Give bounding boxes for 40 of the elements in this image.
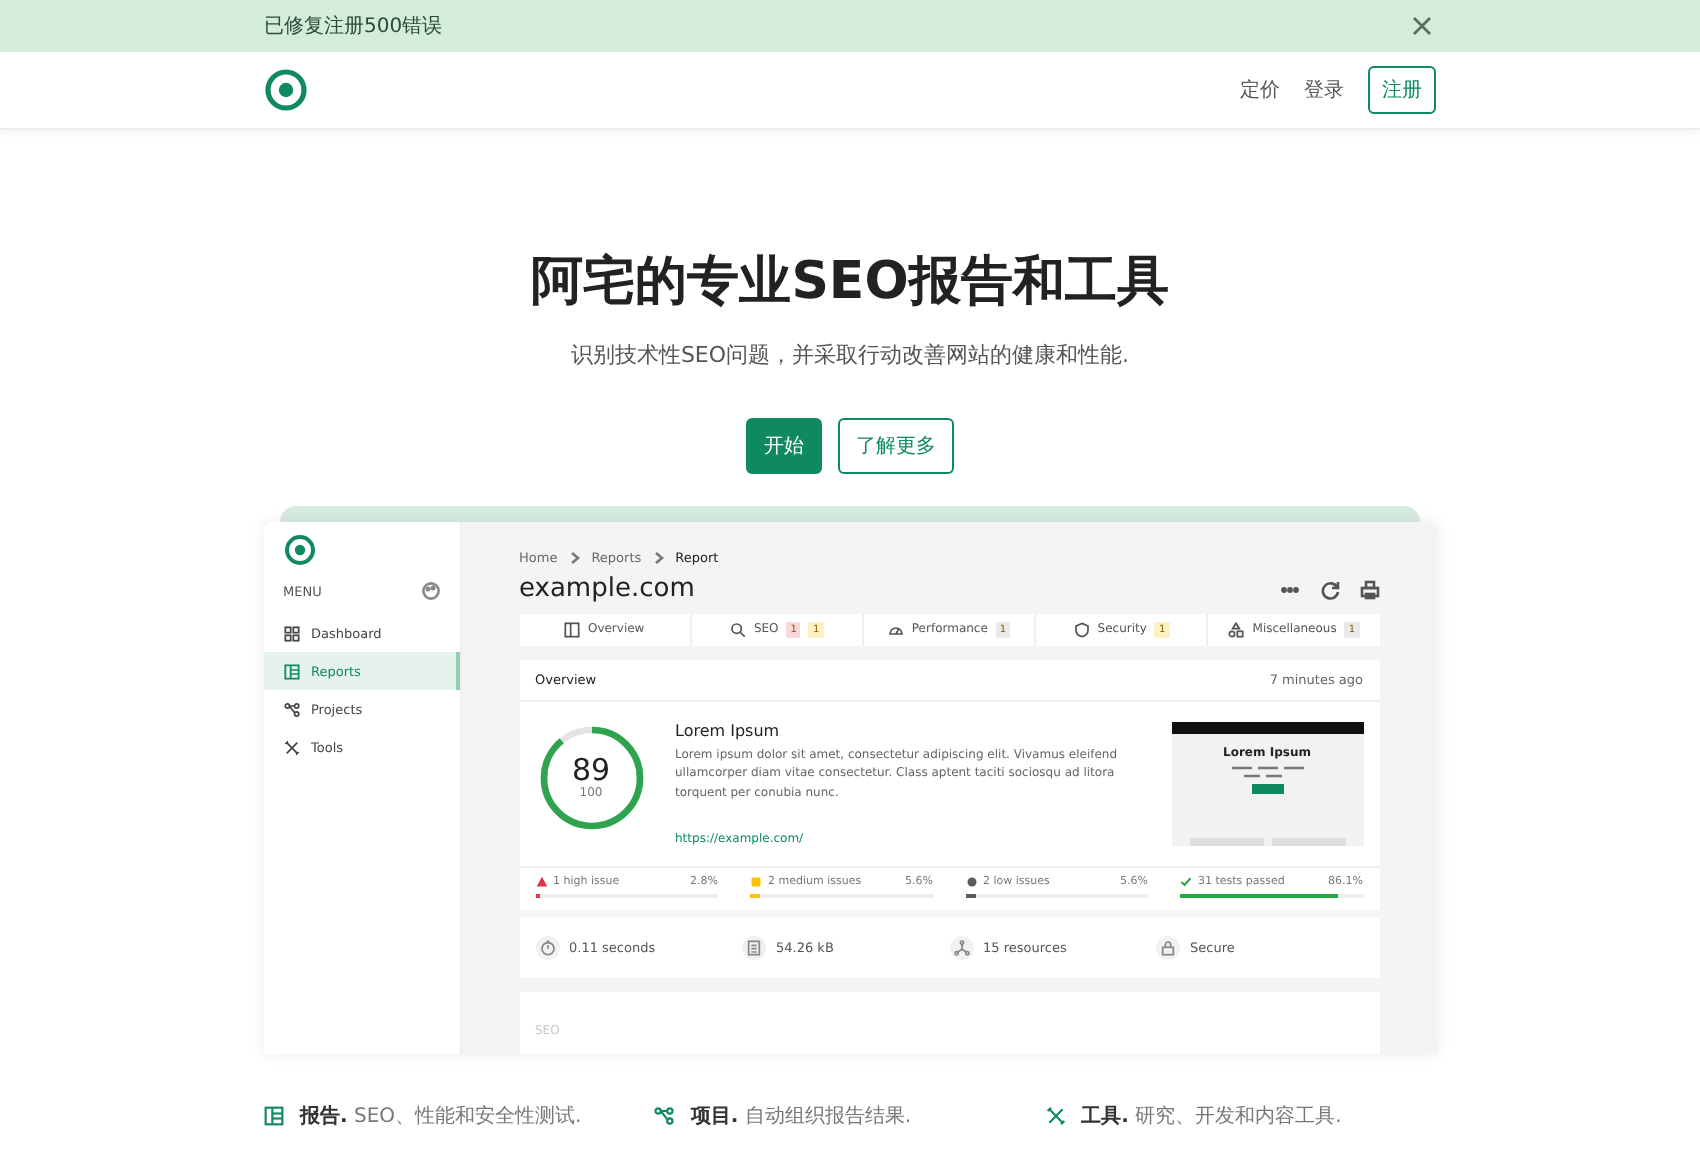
grid-icon xyxy=(283,625,299,641)
feature-description: 工具. 研究、开发和内容工具. xyxy=(1081,1103,1342,1130)
table-icon xyxy=(283,663,299,679)
page-title: example.com xyxy=(519,574,695,604)
stopwatch-icon xyxy=(539,940,555,956)
chevron-icon xyxy=(653,552,664,564)
learn-more-button[interactable]: 了解更多 xyxy=(838,418,954,474)
tools-icon xyxy=(283,739,299,755)
feature-description: 报告. SEO、性能和安全性测试. xyxy=(300,1103,582,1130)
logo-icon xyxy=(283,534,315,566)
close-button[interactable] xyxy=(1408,12,1436,40)
text-lines-drawing xyxy=(1227,763,1307,779)
printer-icon xyxy=(1359,579,1379,599)
shapes-icon xyxy=(1228,621,1245,638)
hero-title: 阿宅的专业SEO报告和工具 xyxy=(529,250,1171,316)
chevron-icon xyxy=(569,552,580,564)
nodes-icon xyxy=(654,1106,675,1126)
hero-subtitle: 识别技术性SEO问题，并采取行动改善网站的健康和性能. xyxy=(568,340,1132,370)
padlock-icon xyxy=(1160,940,1176,956)
site-title: Lorem Ipsum xyxy=(675,721,782,739)
feature-description: 项目. 自动组织报告结果. xyxy=(690,1103,911,1130)
start-button[interactable]: 开始 xyxy=(746,418,822,474)
nodes-icon xyxy=(283,701,299,717)
palette-icon xyxy=(421,582,439,600)
refresh-icon xyxy=(1319,579,1339,599)
nav-link[interactable]: 登录 xyxy=(1304,76,1344,104)
signup-button[interactable]: 注册 xyxy=(1368,66,1436,114)
score-value: 89 xyxy=(571,753,611,787)
search-icon xyxy=(729,621,746,638)
logo-icon xyxy=(264,68,308,112)
branch-icon xyxy=(953,940,969,956)
table-icon xyxy=(264,1106,284,1126)
close-icon xyxy=(1412,16,1432,36)
notice-text: 已修复注册500错误 xyxy=(264,13,443,40)
file-icon xyxy=(746,940,762,956)
shield-icon xyxy=(1073,621,1090,638)
panel-icon xyxy=(563,621,580,638)
tools-icon xyxy=(1045,1106,1066,1126)
gauge-icon xyxy=(887,621,904,638)
nav-link[interactable]: 定价 xyxy=(1240,76,1280,104)
